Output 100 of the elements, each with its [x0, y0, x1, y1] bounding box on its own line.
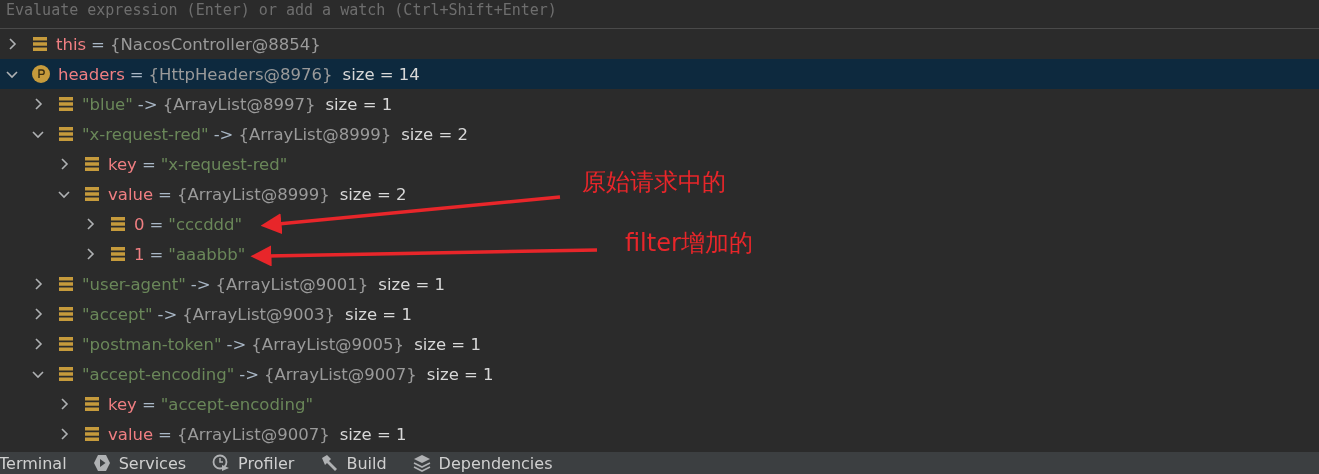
variable-name: value	[108, 424, 154, 444]
field-icon	[58, 366, 74, 382]
operator: =	[158, 424, 172, 444]
field-icon	[110, 246, 126, 262]
chevron-icon[interactable]	[32, 368, 44, 380]
variable-name: value	[108, 184, 154, 204]
variable-name: 0	[134, 214, 145, 234]
variable-value: {ArrayList@8997}	[162, 94, 316, 114]
tree-row[interactable]: "blue" -> {ArrayList@8997} size = 1	[32, 89, 393, 119]
size-label: size = 1	[378, 274, 446, 294]
operator: =	[91, 34, 105, 54]
variable-value: "x-request-red"	[160, 154, 288, 174]
size-label: size = 1	[426, 364, 494, 384]
layers-icon	[412, 454, 431, 472]
tree-row[interactable]: 1 = "aaabbb"	[84, 239, 246, 269]
variable-value: {NacosController@8854}	[109, 34, 321, 54]
operator: =	[149, 214, 164, 234]
size-label: size = 14	[342, 64, 420, 84]
chevron-icon[interactable]	[6, 38, 18, 50]
variable-name: key	[108, 154, 137, 174]
tree-row[interactable]: this = {NacosController@8854}	[6, 29, 321, 59]
size-label: size = 1	[345, 304, 412, 324]
operator: ->	[226, 334, 247, 354]
field-icon	[58, 96, 74, 112]
field-icon	[58, 276, 74, 292]
variable-value: {ArrayList@9001}	[215, 274, 369, 294]
variable-value: {ArrayList@8999}	[176, 184, 330, 204]
evaluate-field[interactable]: Evaluate expression (Enter) or add a watch (Ctrl+Shift+Enter)	[6, 0, 766, 22]
tree-row[interactable]: "postman-token" -> {ArrayList@9005} size = 1	[32, 329, 481, 359]
operator: =	[149, 244, 164, 264]
chevron-icon[interactable]	[6, 68, 18, 80]
chevron-icon[interactable]	[32, 98, 44, 110]
tool-window-tab[interactable]: Profiler	[212, 453, 295, 473]
variable-name: "user-agent"	[82, 274, 186, 294]
variable-name: 1	[134, 244, 145, 264]
chevron-icon[interactable]	[58, 188, 70, 200]
chevron-icon[interactable]	[58, 398, 70, 410]
tool-window-tab[interactable]: Build	[320, 453, 387, 473]
clock-icon	[212, 454, 231, 472]
variable-name: this	[56, 34, 87, 54]
tool-window-tab[interactable]: Services	[92, 453, 187, 473]
annotation-text: 原始请求中的	[582, 167, 726, 198]
tree-row[interactable]: value = {ArrayList@9007} size = 1	[58, 419, 407, 449]
chevron-icon[interactable]	[58, 158, 70, 170]
tree-row[interactable]: "accept-encoding" -> {ArrayList@9007} size = 1	[32, 359, 494, 389]
variable-name: "accept"	[82, 304, 153, 324]
chevron-icon[interactable]	[32, 278, 44, 290]
hammer-icon	[320, 454, 339, 472]
variable-value: {HttpHeaders@8976}	[148, 64, 333, 84]
operator: ->	[213, 124, 234, 144]
variable-name: headers	[58, 64, 125, 84]
tree-row[interactable]: value = {ArrayList@8999} size = 2	[58, 179, 407, 209]
chevron-icon[interactable]	[58, 428, 70, 440]
field-icon	[32, 36, 48, 52]
tree-row[interactable]: "user-agent" -> {ArrayList@9001} size = 1	[32, 269, 446, 299]
tool-window-tab[interactable]: Dependencies	[412, 453, 553, 473]
variable-value: {ArrayList@9005}	[251, 334, 405, 354]
parameter-icon	[32, 65, 50, 83]
variable-value: {ArrayList@9003}	[182, 304, 336, 324]
chevron-icon[interactable]	[84, 218, 96, 230]
tree-row[interactable]: "x-request-red" -> {ArrayList@8999} size = 2	[32, 119, 468, 149]
selected-row[interactable]: headers = {HttpHeaders@8976} size = 14	[0, 59, 1319, 89]
variable-name: key	[108, 394, 137, 414]
operator: =	[141, 154, 156, 174]
chevron-icon[interactable]	[84, 248, 96, 260]
tree-row[interactable]: 0 = "cccddd"	[84, 209, 243, 239]
variable-name: "postman-token"	[82, 334, 222, 354]
chevron-icon[interactable]	[32, 308, 44, 320]
size-label: size = 1	[339, 424, 407, 444]
annotation-text: filter增加的	[625, 228, 753, 259]
operator: ->	[157, 304, 178, 324]
tree-row[interactable]: key = "accept-encoding"	[58, 389, 313, 419]
field-icon	[84, 426, 100, 442]
field-icon	[84, 186, 100, 202]
variable-value: {ArrayList@9007}	[176, 424, 330, 444]
chevron-icon[interactable]	[32, 338, 44, 350]
field-icon	[84, 156, 100, 172]
size-label: size = 2	[339, 184, 407, 204]
variable-value: "accept-encoding"	[160, 394, 313, 414]
variable-value: "cccddd"	[168, 214, 243, 234]
operator: =	[129, 64, 144, 84]
operator: ->	[239, 364, 260, 384]
variable-name: "x-request-red"	[82, 124, 209, 144]
size-label: size = 1	[325, 94, 393, 114]
tree-row[interactable]: "accept" -> {ArrayList@9003} size = 1	[32, 299, 412, 329]
field-icon	[110, 216, 126, 232]
operator: =	[158, 184, 172, 204]
size-label: size = 1	[414, 334, 481, 354]
variable-value: "aaabbb"	[168, 244, 246, 264]
variable-value: {ArrayList@9007}	[264, 364, 417, 384]
field-icon	[84, 396, 100, 412]
tree-row[interactable]: key = "x-request-red"	[58, 149, 288, 179]
size-label: size = 2	[401, 124, 468, 144]
operator: ->	[137, 94, 158, 114]
operator: ->	[190, 274, 211, 294]
variable-name: "blue"	[82, 94, 133, 114]
field-icon	[58, 126, 74, 142]
field-icon	[58, 336, 74, 352]
chevron-icon[interactable]	[32, 128, 44, 140]
operator: =	[141, 394, 156, 414]
